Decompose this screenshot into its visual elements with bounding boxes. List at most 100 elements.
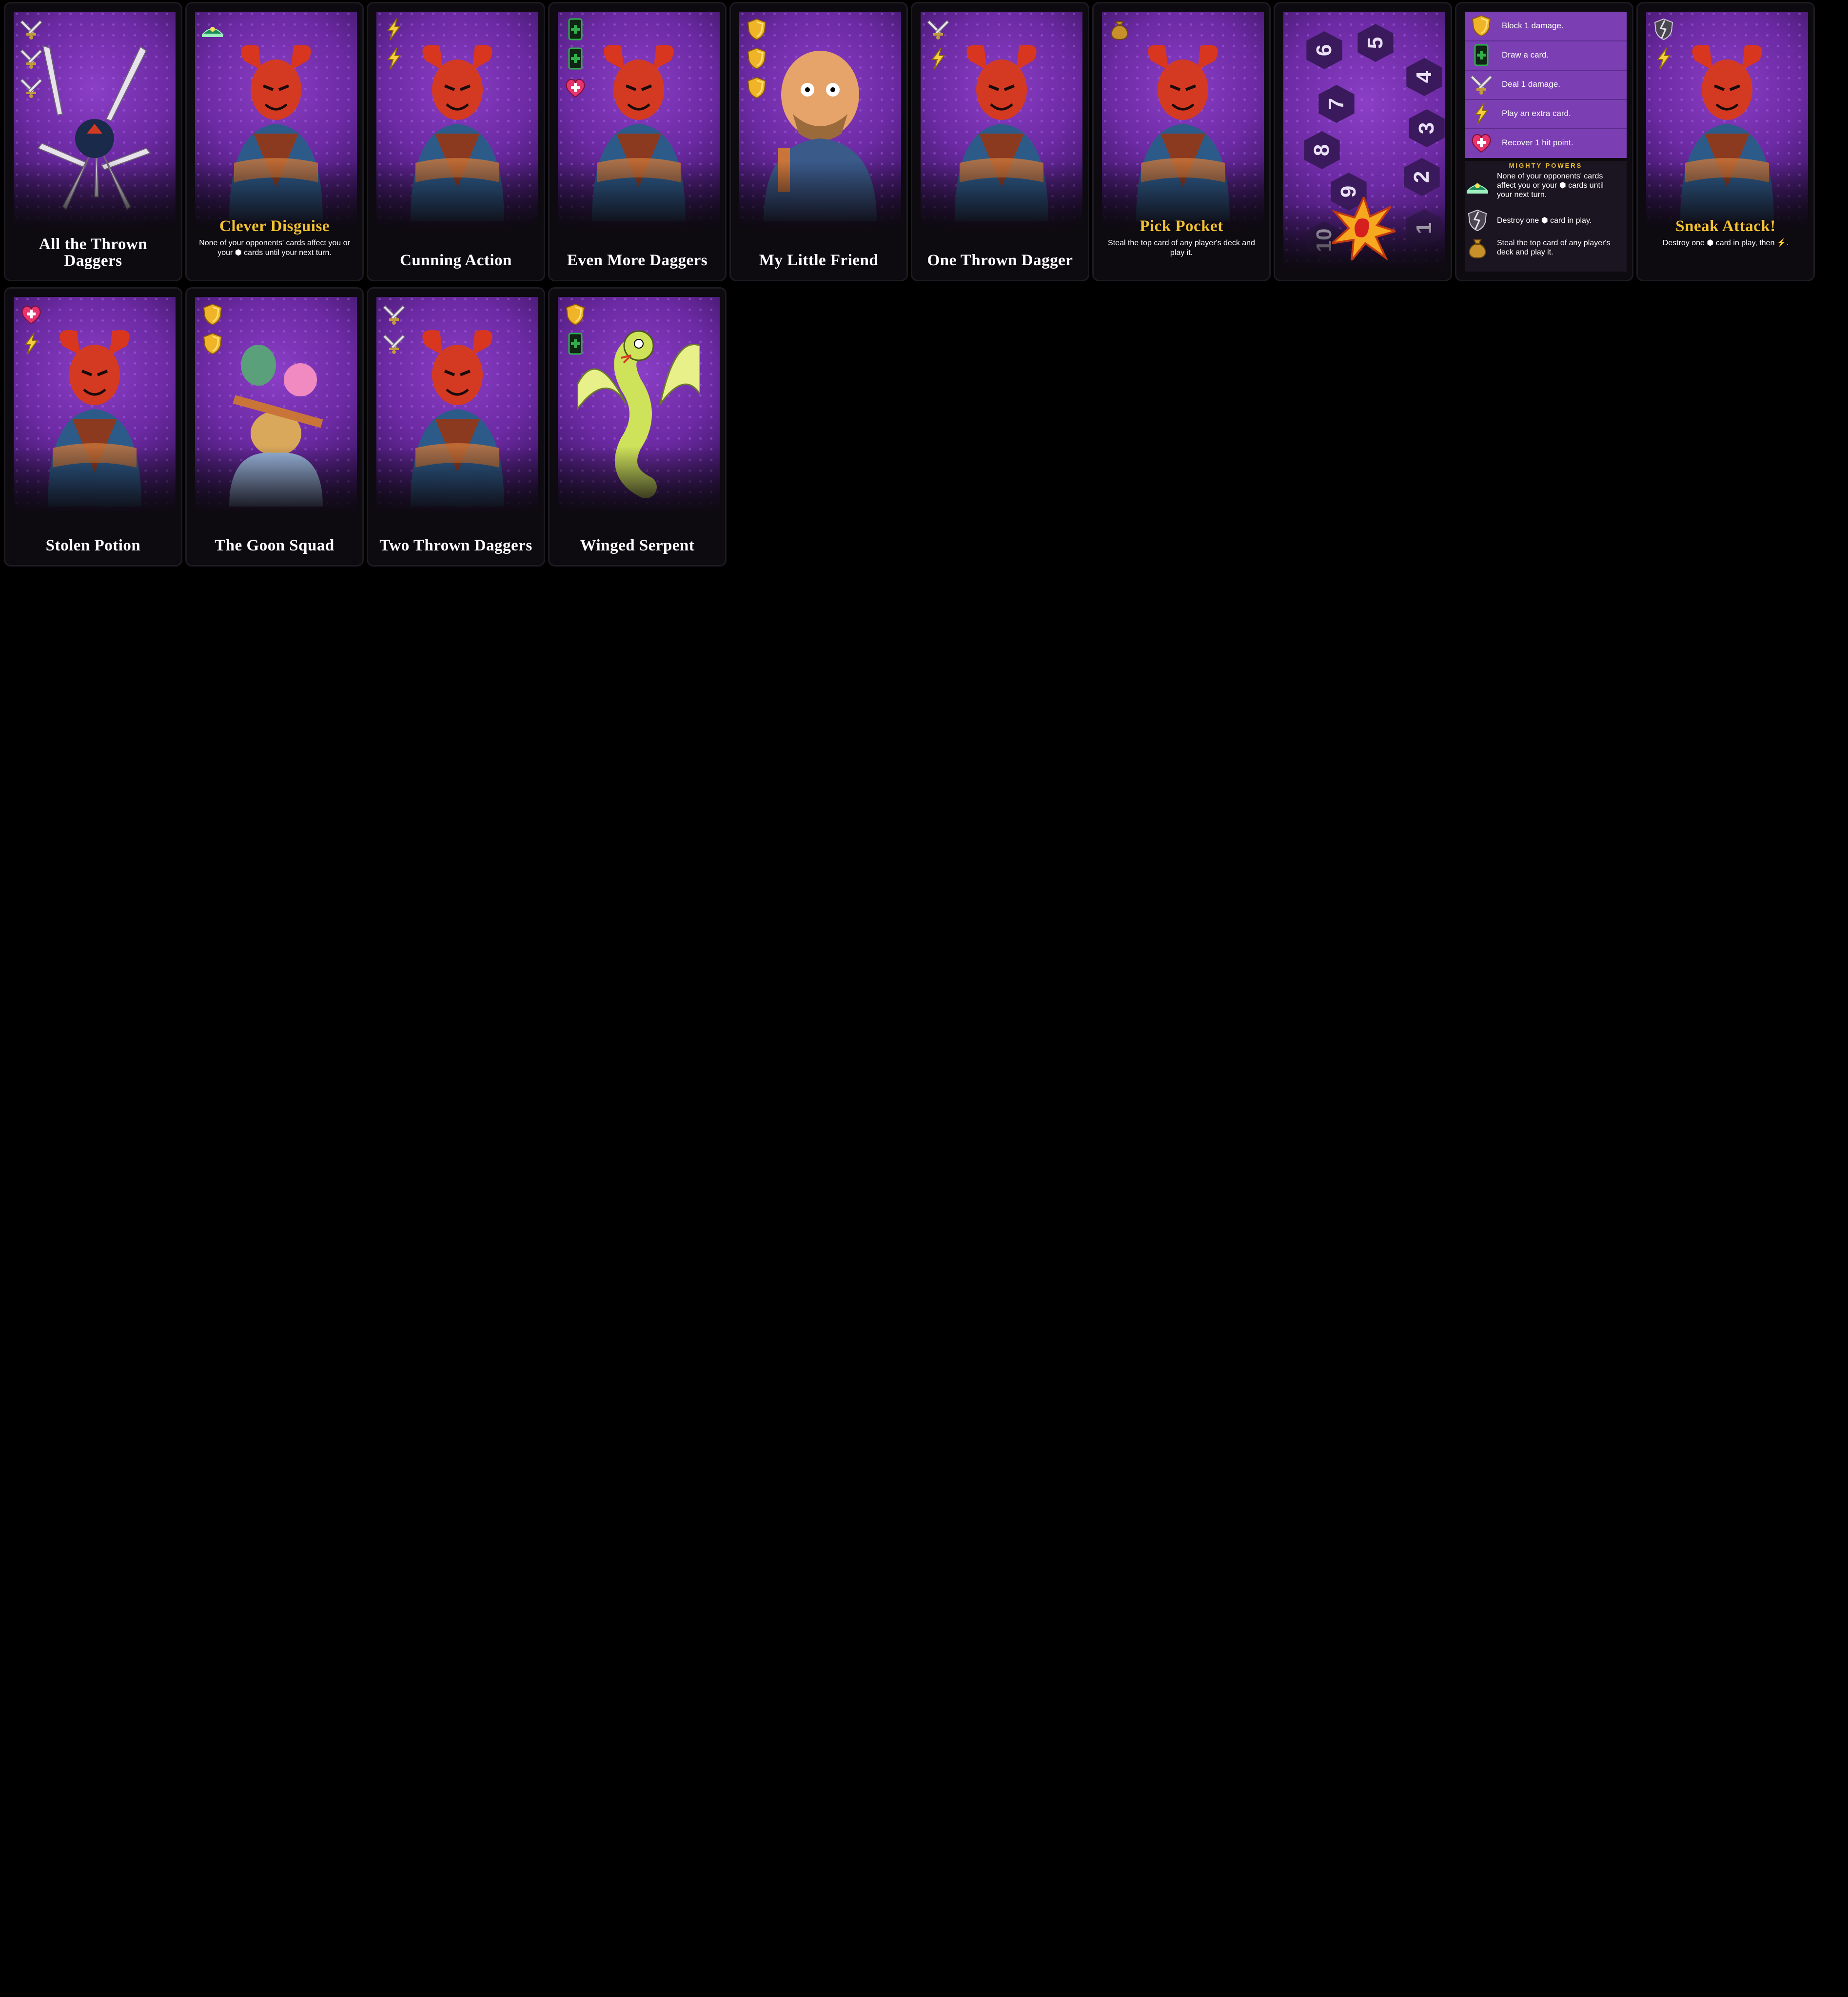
shield-icon: [563, 302, 588, 327]
card-art: [195, 12, 357, 229]
hit-point-space: 7: [1317, 85, 1356, 123]
reference-text: Block 1 damage.: [1502, 21, 1564, 30]
mighty-power-row: None of your opponents' cards affect you…: [1465, 172, 1627, 199]
card-symbols: [1107, 17, 1132, 42]
shield-icon: [744, 75, 769, 100]
devil-illustration: [396, 41, 519, 221]
dagger-attack-icon: [19, 17, 44, 42]
game-card[interactable]: Pick Pocket Steal the top card of any pla…: [1092, 2, 1271, 281]
card-description: Destroy one ⬢ card in play, then ⚡.: [1662, 239, 1789, 247]
card-art: [558, 12, 720, 229]
card-symbols: [563, 302, 588, 356]
game-card[interactable]: Stolen Potion: [4, 287, 182, 567]
game-card[interactable]: Winged Serpent: [548, 287, 727, 567]
reference-panel: Block 1 damage. Draw a card. Deal 1 damage…: [1465, 12, 1627, 272]
hit-point-space: 8: [1303, 131, 1341, 169]
game-card[interactable]: Two Thrown Daggers: [367, 287, 545, 567]
draw-card-icon: [563, 331, 588, 356]
devil-illustration: [33, 326, 156, 507]
reference-text: Deal 1 damage.: [1502, 79, 1561, 89]
hit-point-number: 9: [1337, 185, 1360, 198]
hit-point-number: 2: [1410, 171, 1434, 183]
mighty-power-row: Destroy one ⬢ card in play.: [1465, 208, 1627, 233]
mighty-powers-heading: MIGHTY POWERS: [1509, 162, 1583, 169]
card-title: My Little Friend: [759, 252, 879, 269]
game-card[interactable]: All the Thrown Daggers: [4, 2, 182, 281]
lightning-icon: [381, 17, 407, 42]
card-art: [14, 12, 176, 229]
card-title: The Goon Squad: [215, 537, 334, 554]
shield-icon: [200, 331, 225, 356]
card-title: All the Thrown Daggers: [39, 235, 148, 270]
serpent-illustration: [576, 326, 701, 507]
hit-point-number: 8: [1310, 144, 1334, 157]
heart-icon: [19, 302, 44, 327]
card-art: [195, 297, 357, 514]
game-card[interactable]: My Little Friend: [729, 2, 908, 281]
card-art: [14, 297, 176, 514]
divider: [1465, 40, 1627, 41]
card-title: Winged Serpent: [580, 537, 695, 554]
devil-illustration: [1121, 41, 1244, 221]
card-title: Two Thrown Daggers: [379, 537, 532, 554]
devil-illustration: [215, 41, 337, 221]
shield-icon: [1469, 13, 1494, 39]
card-symbols: [925, 17, 951, 71]
hit-point-space: 2: [1403, 158, 1441, 196]
game-card[interactable]: One Thrown Dagger: [911, 2, 1089, 281]
card-art: [558, 297, 720, 514]
dagger-attack-icon: [19, 46, 44, 71]
disguise-mighty-icon: [1465, 173, 1490, 198]
disguise-mighty-icon: [200, 17, 225, 42]
mighty-powers-panel: MIGHTY POWERS None of your opponents' car…: [1465, 161, 1627, 272]
game-card[interactable]: Cunning Action: [367, 2, 545, 281]
shield-icon: [744, 17, 769, 42]
reference-text: Recover 1 hit point.: [1502, 138, 1573, 147]
card-title: One Thrown Dagger: [927, 252, 1073, 269]
dagger-attack-icon: [381, 331, 407, 356]
devil-illustration: [1666, 41, 1789, 221]
card-symbols: [1651, 17, 1676, 71]
reference-row: Recover 1 hit point.: [1465, 129, 1627, 157]
draw-card-icon: [1469, 42, 1494, 68]
card-symbols: [200, 17, 225, 42]
mighty-power-text: Steal the top card of any player's deck …: [1497, 239, 1611, 256]
dagger-attack-icon: [1469, 72, 1494, 97]
hit-point-counter-card[interactable]: 6 5 4 7 3 8 2 9 1 10: [1274, 2, 1452, 281]
divider: [1465, 128, 1627, 129]
card-symbols: [19, 17, 44, 100]
lightning-icon: [19, 331, 44, 356]
card-title: Pick Pocket: [1140, 217, 1223, 235]
devil-illustration: [940, 41, 1063, 221]
card-symbols: [381, 302, 407, 356]
draw-card-icon: [563, 46, 588, 71]
dagger-attack-icon: [925, 17, 951, 42]
mighty-power-text: None of your opponents' cards affect you…: [1497, 172, 1604, 199]
card-art: [376, 297, 538, 514]
reference-row: Deal 1 damage.: [1465, 70, 1627, 98]
counter-art: 6 5 4 7 3 8 2 9 1 10: [1283, 12, 1445, 272]
devil-illustration: [396, 326, 519, 507]
game-card[interactable]: Sneak Attack! Destroy one ⬢ card in play,…: [1636, 2, 1815, 281]
dagger-attack-icon: [381, 302, 407, 327]
card-symbols: [744, 17, 769, 100]
lightning-icon: [381, 46, 407, 71]
reference-card[interactable]: Block 1 damage. Draw a card. Deal 1 damage…: [1455, 2, 1633, 281]
hit-point-number: 4: [1412, 71, 1436, 83]
goons-illustration: [215, 326, 337, 507]
lightning-icon: [925, 46, 951, 71]
card-art: [376, 12, 538, 229]
game-card[interactable]: Even More Daggers: [548, 2, 727, 281]
shield-break-icon: [1651, 17, 1676, 42]
dagger-attack-icon: [19, 75, 44, 100]
card-symbols: [381, 17, 407, 71]
daggers-illustration: [33, 41, 156, 221]
game-card[interactable]: The Goon Squad: [185, 287, 364, 567]
game-card[interactable]: Clever Disguise None of your opponents' c…: [185, 2, 364, 281]
mighty-power-text: Destroy one ⬢ card in play.: [1497, 216, 1592, 225]
reference-text: Play an extra card.: [1502, 109, 1571, 118]
hit-point-space: 1: [1405, 209, 1443, 247]
card-symbols: [563, 17, 588, 100]
hit-point-space: 5: [1357, 24, 1395, 62]
card-art: [921, 12, 1082, 229]
